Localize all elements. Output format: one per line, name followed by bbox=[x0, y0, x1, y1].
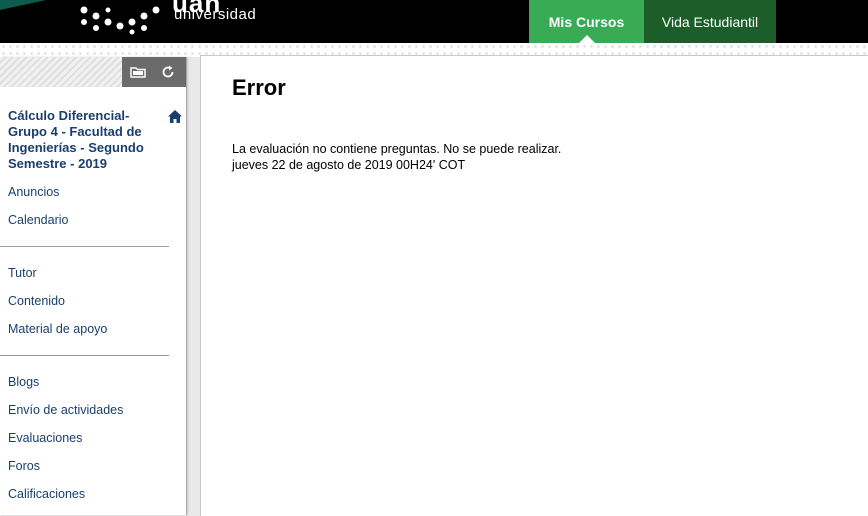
sidebar-divider bbox=[0, 355, 169, 356]
home-icon[interactable] bbox=[167, 109, 183, 124]
sidebar-item-calificaciones[interactable]: Calificaciones bbox=[8, 487, 85, 501]
page-title: Error bbox=[232, 75, 286, 100]
error-message: La evaluación no contiene preguntas. No … bbox=[232, 142, 562, 156]
active-tab-caret-icon bbox=[578, 35, 595, 43]
main-content: Error La evaluación no contiene pregunta… bbox=[200, 55, 868, 516]
course-title-link[interactable]: Cálculo Diferencial-Grupo 4 - Facultad d… bbox=[8, 108, 158, 172]
top-bar: uan universidad Mis Cursos Vida Estudian… bbox=[0, 0, 868, 43]
course-menu: Cálculo Diferencial-Grupo 4 - Facultad d… bbox=[0, 57, 187, 515]
sidebar-item-anuncios[interactable]: Anuncios bbox=[8, 185, 59, 199]
course-menu-header bbox=[0, 57, 186, 87]
sidebar-divider bbox=[0, 246, 169, 247]
error-timestamp: jueves 22 de agosto de 2019 00H24' COT bbox=[232, 158, 466, 172]
logo-shape bbox=[0, 0, 46, 10]
sidebar-item-tutor[interactable]: Tutor bbox=[8, 266, 37, 280]
tab-mis-cursos-label: Mis Cursos bbox=[548, 13, 625, 30]
tab-vida-estudiantil-label: Vida Estudiantil bbox=[661, 13, 759, 30]
sidebar-item-evaluaciones[interactable]: Evaluaciones bbox=[8, 431, 82, 445]
tab-mis-cursos[interactable]: Mis Cursos bbox=[529, 0, 644, 43]
sidebar-item-material-de-apoyo[interactable]: Material de apoyo bbox=[8, 322, 107, 336]
sidebar-item-calendario[interactable]: Calendario bbox=[8, 213, 68, 227]
sidebar-item-envio-de-actividades[interactable]: Envío de actividades bbox=[8, 403, 123, 417]
sidebar-item-blogs[interactable]: Blogs bbox=[8, 375, 39, 389]
refresh-icon[interactable] bbox=[160, 64, 176, 80]
course-menu-tools bbox=[122, 57, 186, 87]
folder-view-icon[interactable] bbox=[130, 64, 146, 80]
error-message-block: La evaluación no contiene preguntas. No … bbox=[232, 141, 561, 173]
tab-vida-estudiantil[interactable]: Vida Estudiantil bbox=[644, 0, 776, 43]
sidebar-item-contenido[interactable]: Contenido bbox=[8, 294, 65, 308]
sidebar-item-foros[interactable]: Foros bbox=[8, 459, 40, 473]
logo-subtitle: universidad bbox=[174, 6, 257, 23]
logo-dots-icon bbox=[80, 6, 160, 35]
